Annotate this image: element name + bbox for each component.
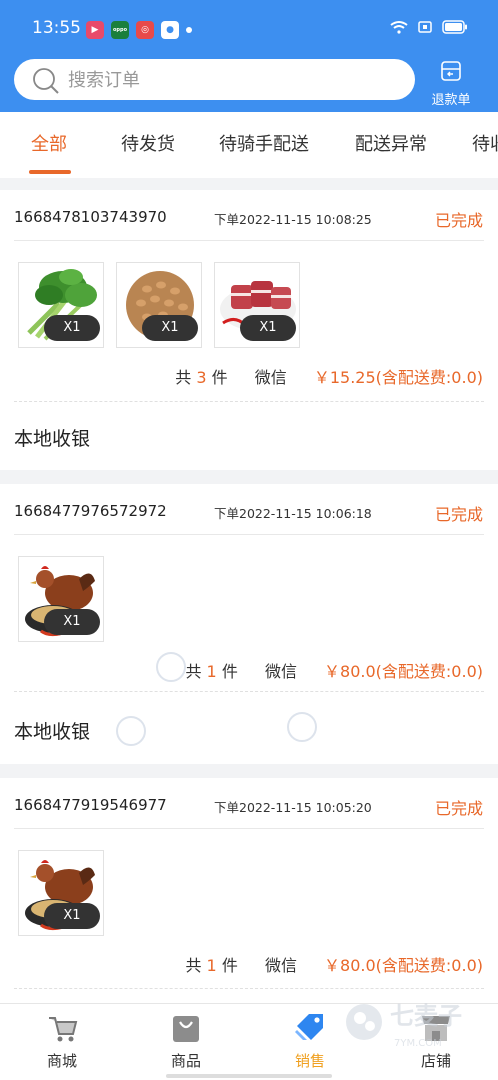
order-price: ￥80.0(含配送费:0.0) xyxy=(324,956,483,975)
app-icon: ● xyxy=(161,21,179,39)
watermark-logo: 七麦子 7YM.COM xyxy=(346,1002,462,1049)
order-time: 下单2022-11-15 10:06:18 xyxy=(214,506,372,521)
item-count: 1 xyxy=(206,956,217,975)
item-count: 3 xyxy=(196,368,207,387)
quantity-badge: X1 xyxy=(44,315,100,341)
order-status: 已完成 xyxy=(434,505,483,524)
nav-item-sales[interactable]: 销售 xyxy=(270,1010,350,1071)
count-suffix: 件 xyxy=(221,662,238,681)
payment-method: 微信 xyxy=(264,662,297,681)
tag-icon xyxy=(295,1014,323,1040)
quantity-badge: X1 xyxy=(240,315,296,341)
order-items: X1 xyxy=(18,556,104,642)
order-status: 已完成 xyxy=(434,211,483,230)
loading-ring xyxy=(156,652,186,682)
quantity-badge: X1 xyxy=(44,609,100,635)
loading-ring xyxy=(287,712,317,742)
status-bar: 13:55 ▶ oppo ◎ ● xyxy=(0,0,498,56)
divider xyxy=(14,240,484,241)
refund-label: 退款单 xyxy=(431,93,471,108)
nav-label: 商城 xyxy=(46,1052,77,1070)
nav-label: 销售 xyxy=(294,1052,325,1070)
news-app-icon: ◎ xyxy=(136,21,154,39)
search-box[interactable] xyxy=(14,59,415,100)
oppo-app-icon: oppo xyxy=(111,21,129,39)
notification-dot-icon xyxy=(186,27,192,33)
tab-pending-receive[interactable]: 待收 xyxy=(472,130,498,156)
payment-method: 微信 xyxy=(264,956,297,975)
tab-pending-rider[interactable]: 待骑手配送 xyxy=(219,130,309,156)
product-thumbnail[interactable]: X1 xyxy=(18,556,104,642)
quantity-badge: X1 xyxy=(44,903,100,929)
order-tabs: 全部 待发货 待骑手配送 配送异常 待收 xyxy=(0,112,498,178)
tab-pending-shipment[interactable]: 待发货 xyxy=(121,130,175,156)
order-id: 1668477919546977 xyxy=(14,796,167,814)
nav-item-products[interactable]: 商品 xyxy=(146,1010,226,1071)
divider xyxy=(14,988,484,989)
product-thumbnail[interactable]: X1 xyxy=(116,262,202,348)
total-prefix: 共 xyxy=(185,662,202,681)
refund-button[interactable]: 退款单 xyxy=(425,60,477,108)
divider xyxy=(14,828,484,829)
battery-icon xyxy=(442,20,467,34)
order-time: 下单2022-11-15 10:05:20 xyxy=(214,800,372,815)
search-input[interactable] xyxy=(68,67,398,93)
tab-all[interactable]: 全部 xyxy=(31,130,67,156)
home-indicator xyxy=(166,1074,332,1078)
order-items: X1 xyxy=(18,850,104,936)
order-id: 1668478103743970 xyxy=(14,208,167,226)
bag-icon xyxy=(173,1016,199,1042)
total-prefix: 共 xyxy=(185,956,202,975)
status-time: 13:55 xyxy=(32,18,81,38)
nav-item-mall[interactable]: 商城 xyxy=(22,1010,102,1071)
loading-ring xyxy=(116,716,146,746)
product-thumbnail[interactable]: X1 xyxy=(18,262,104,348)
count-suffix: 件 xyxy=(211,368,228,387)
product-thumbnail[interactable]: X1 xyxy=(18,850,104,936)
app-header: 13:55 ▶ oppo ◎ ● 退款单 xyxy=(0,0,498,112)
divider xyxy=(14,401,484,402)
product-thumbnail[interactable]: X1 xyxy=(214,262,300,348)
wifi-icon xyxy=(390,21,408,34)
order-time: 下单2022-11-15 10:08:25 xyxy=(214,212,372,227)
order-summary: 共 1 件 微信 ￥80.0(含配送费:0.0) xyxy=(185,658,483,682)
order-id: 1668477976572972 xyxy=(14,502,167,520)
order-summary: 共 3 件 微信 ￥15.25(含配送费:0.0) xyxy=(175,364,483,388)
order-channel: 本地收银 xyxy=(14,721,91,743)
tab-delivery-exception[interactable]: 配送异常 xyxy=(355,130,427,156)
item-count: 1 xyxy=(206,662,217,681)
payment-method: 微信 xyxy=(254,368,287,387)
order-price: ￥15.25(含配送费:0.0) xyxy=(313,368,483,387)
order-card[interactable]: 1668477919546977 下单2022-11-15 10:05:20 已… xyxy=(0,778,498,1003)
status-indicators xyxy=(390,20,468,34)
divider xyxy=(14,534,484,535)
video-app-icon: ▶ xyxy=(86,21,104,39)
svg-text:7YM.COM: 7YM.COM xyxy=(394,1038,442,1049)
order-items: X1 X1 X1 xyxy=(18,262,300,348)
order-channel: 本地收银 xyxy=(14,428,91,450)
nav-label: 商品 xyxy=(170,1052,201,1070)
notification-icons: ▶ oppo ◎ ● xyxy=(86,21,192,39)
cart-icon xyxy=(49,1017,78,1042)
sim-icon xyxy=(418,21,432,33)
order-summary: 共 1 件 微信 ￥80.0(含配送费:0.0) xyxy=(185,952,483,976)
svg-text:七麦子: 七麦子 xyxy=(390,1002,462,1030)
quantity-badge: X1 xyxy=(142,315,198,341)
search-icon xyxy=(33,68,59,94)
total-prefix: 共 xyxy=(175,368,192,387)
order-card[interactable]: 1668477976572972 下单2022-11-15 10:06:18 已… xyxy=(0,484,498,764)
order-status: 已完成 xyxy=(434,799,483,818)
count-suffix: 件 xyxy=(221,956,238,975)
tab-active-indicator xyxy=(29,170,71,174)
divider xyxy=(14,691,484,692)
order-price: ￥80.0(含配送费:0.0) xyxy=(324,662,483,681)
order-card[interactable]: 1668478103743970 下单2022-11-15 10:08:25 已… xyxy=(0,190,498,470)
refund-icon xyxy=(441,61,461,81)
